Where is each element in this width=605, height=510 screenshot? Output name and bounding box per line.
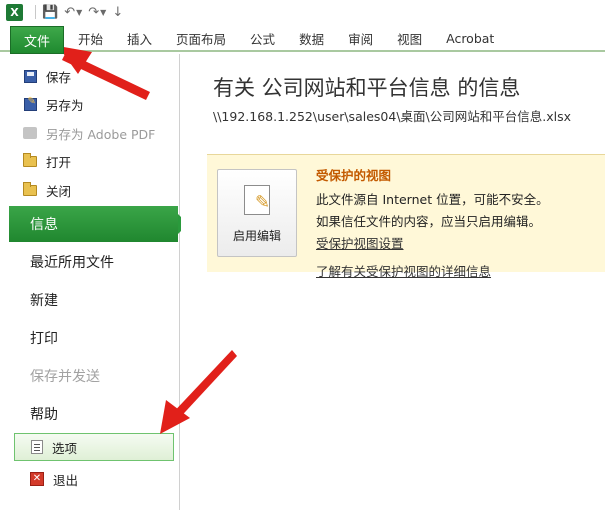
tab-home[interactable]: 开始 [66,24,115,52]
save-as-command[interactable]: 另存为 [22,91,155,120]
protected-view-panel: 启用编辑 受保护的视图 此文件源自 Internet 位置，可能不安全。 如果信… [207,154,605,279]
exit-command[interactable]: ✕ 退出 [30,468,78,490]
enable-editing-button[interactable]: 启用编辑 [217,169,297,257]
save-as-pdf-command: 另存为 Adobe PDF [22,119,155,148]
tab-formulas[interactable]: 公式 [238,24,287,52]
tab-page-layout[interactable]: 页面布局 [164,24,238,52]
save-as-pdf-label: 另存为 Adobe PDF [46,126,156,142]
file-path: \\192.168.1.252\user\sales04\桌面\公司网站和平台信… [213,109,571,124]
nav-new[interactable]: 新建 [30,290,58,310]
tab-acrobat[interactable]: Acrobat [434,24,506,52]
nav-save-send: 保存并发送 [30,369,100,385]
pdf-icon [22,125,38,141]
nav-help[interactable]: 帮助 [30,404,58,424]
customize-toolbar-icon[interactable]: ↓ [112,3,123,21]
quick-access-toolbar: X 💾 ↶ ▼ ↷ ▼ ↓ [0,0,605,24]
save-command[interactable]: 保存 [22,62,155,91]
nav-info-selected[interactable]: 信息 [9,206,188,242]
nav-print[interactable]: 打印 [30,328,58,348]
save-label: 保存 [46,69,72,85]
ribbon-tabs: 开始 插入 页面布局 公式 数据 审阅 视图 Acrobat [66,24,506,52]
tab-insert[interactable]: 插入 [115,24,164,52]
exit-label: 退出 [53,472,79,488]
open-folder-icon [22,153,38,170]
tab-data[interactable]: 数据 [287,24,336,52]
save-as-label: 另存为 [46,98,84,114]
save-as-icon [22,96,38,113]
options-icon [31,440,43,454]
redo-icon[interactable]: ↷ ▼ [88,3,106,21]
options-command[interactable]: 选项 [14,433,174,461]
nav-recent[interactable]: 最近所用文件 [30,252,114,272]
exit-icon: ✕ [30,472,44,486]
save-icon [22,68,38,84]
excel-logo[interactable]: X [6,3,23,21]
close-label: 关闭 [46,183,72,199]
info-pane: 有关 公司网站和平台信息 的信息 \\192.168.1.252\user\sa… [181,54,605,510]
tab-file[interactable]: 文件 [10,26,64,54]
close-command[interactable]: 关闭 [22,176,155,205]
open-label: 打开 [46,155,72,171]
edit-document-icon [244,185,270,215]
chevron-down-icon[interactable]: ▼ [76,8,82,17]
enable-editing-label: 启用编辑 [232,229,281,243]
close-folder-icon [22,181,38,198]
excel-icon: X [6,3,23,21]
protected-view-learn-more-link[interactable]: 了解有关受保护视图的详细信息 [316,261,491,280]
protected-view-settings-link[interactable]: 受保护视图设置 [316,233,404,252]
tab-view[interactable]: 视图 [385,24,434,52]
options-label: 选项 [52,440,78,456]
protected-view-advice: 如果信任文件的内容，应当只启用编辑。 [316,214,542,229]
protected-view-message: 此文件源自 Internet 位置，可能不安全。 [316,192,549,207]
tab-review[interactable]: 审阅 [336,24,385,52]
toolbar-divider [35,5,36,19]
chevron-down-icon[interactable]: ▼ [100,8,106,17]
page-title: 有关 公司网站和平台信息 的信息 [213,76,521,100]
open-command[interactable]: 打开 [22,148,155,177]
protected-view-title: 受保护的视图 [316,168,392,183]
save-icon[interactable]: 💾 [42,3,58,21]
backstage-nav: 保存 另存为 另存为 Adobe PDF 打开 关闭 信息 最近所用文件 新建 … [0,54,188,510]
nav-commands: 保存 另存为 另存为 Adobe PDF 打开 关闭 [22,62,155,205]
undo-icon[interactable]: ↶ ▼ [64,3,82,21]
